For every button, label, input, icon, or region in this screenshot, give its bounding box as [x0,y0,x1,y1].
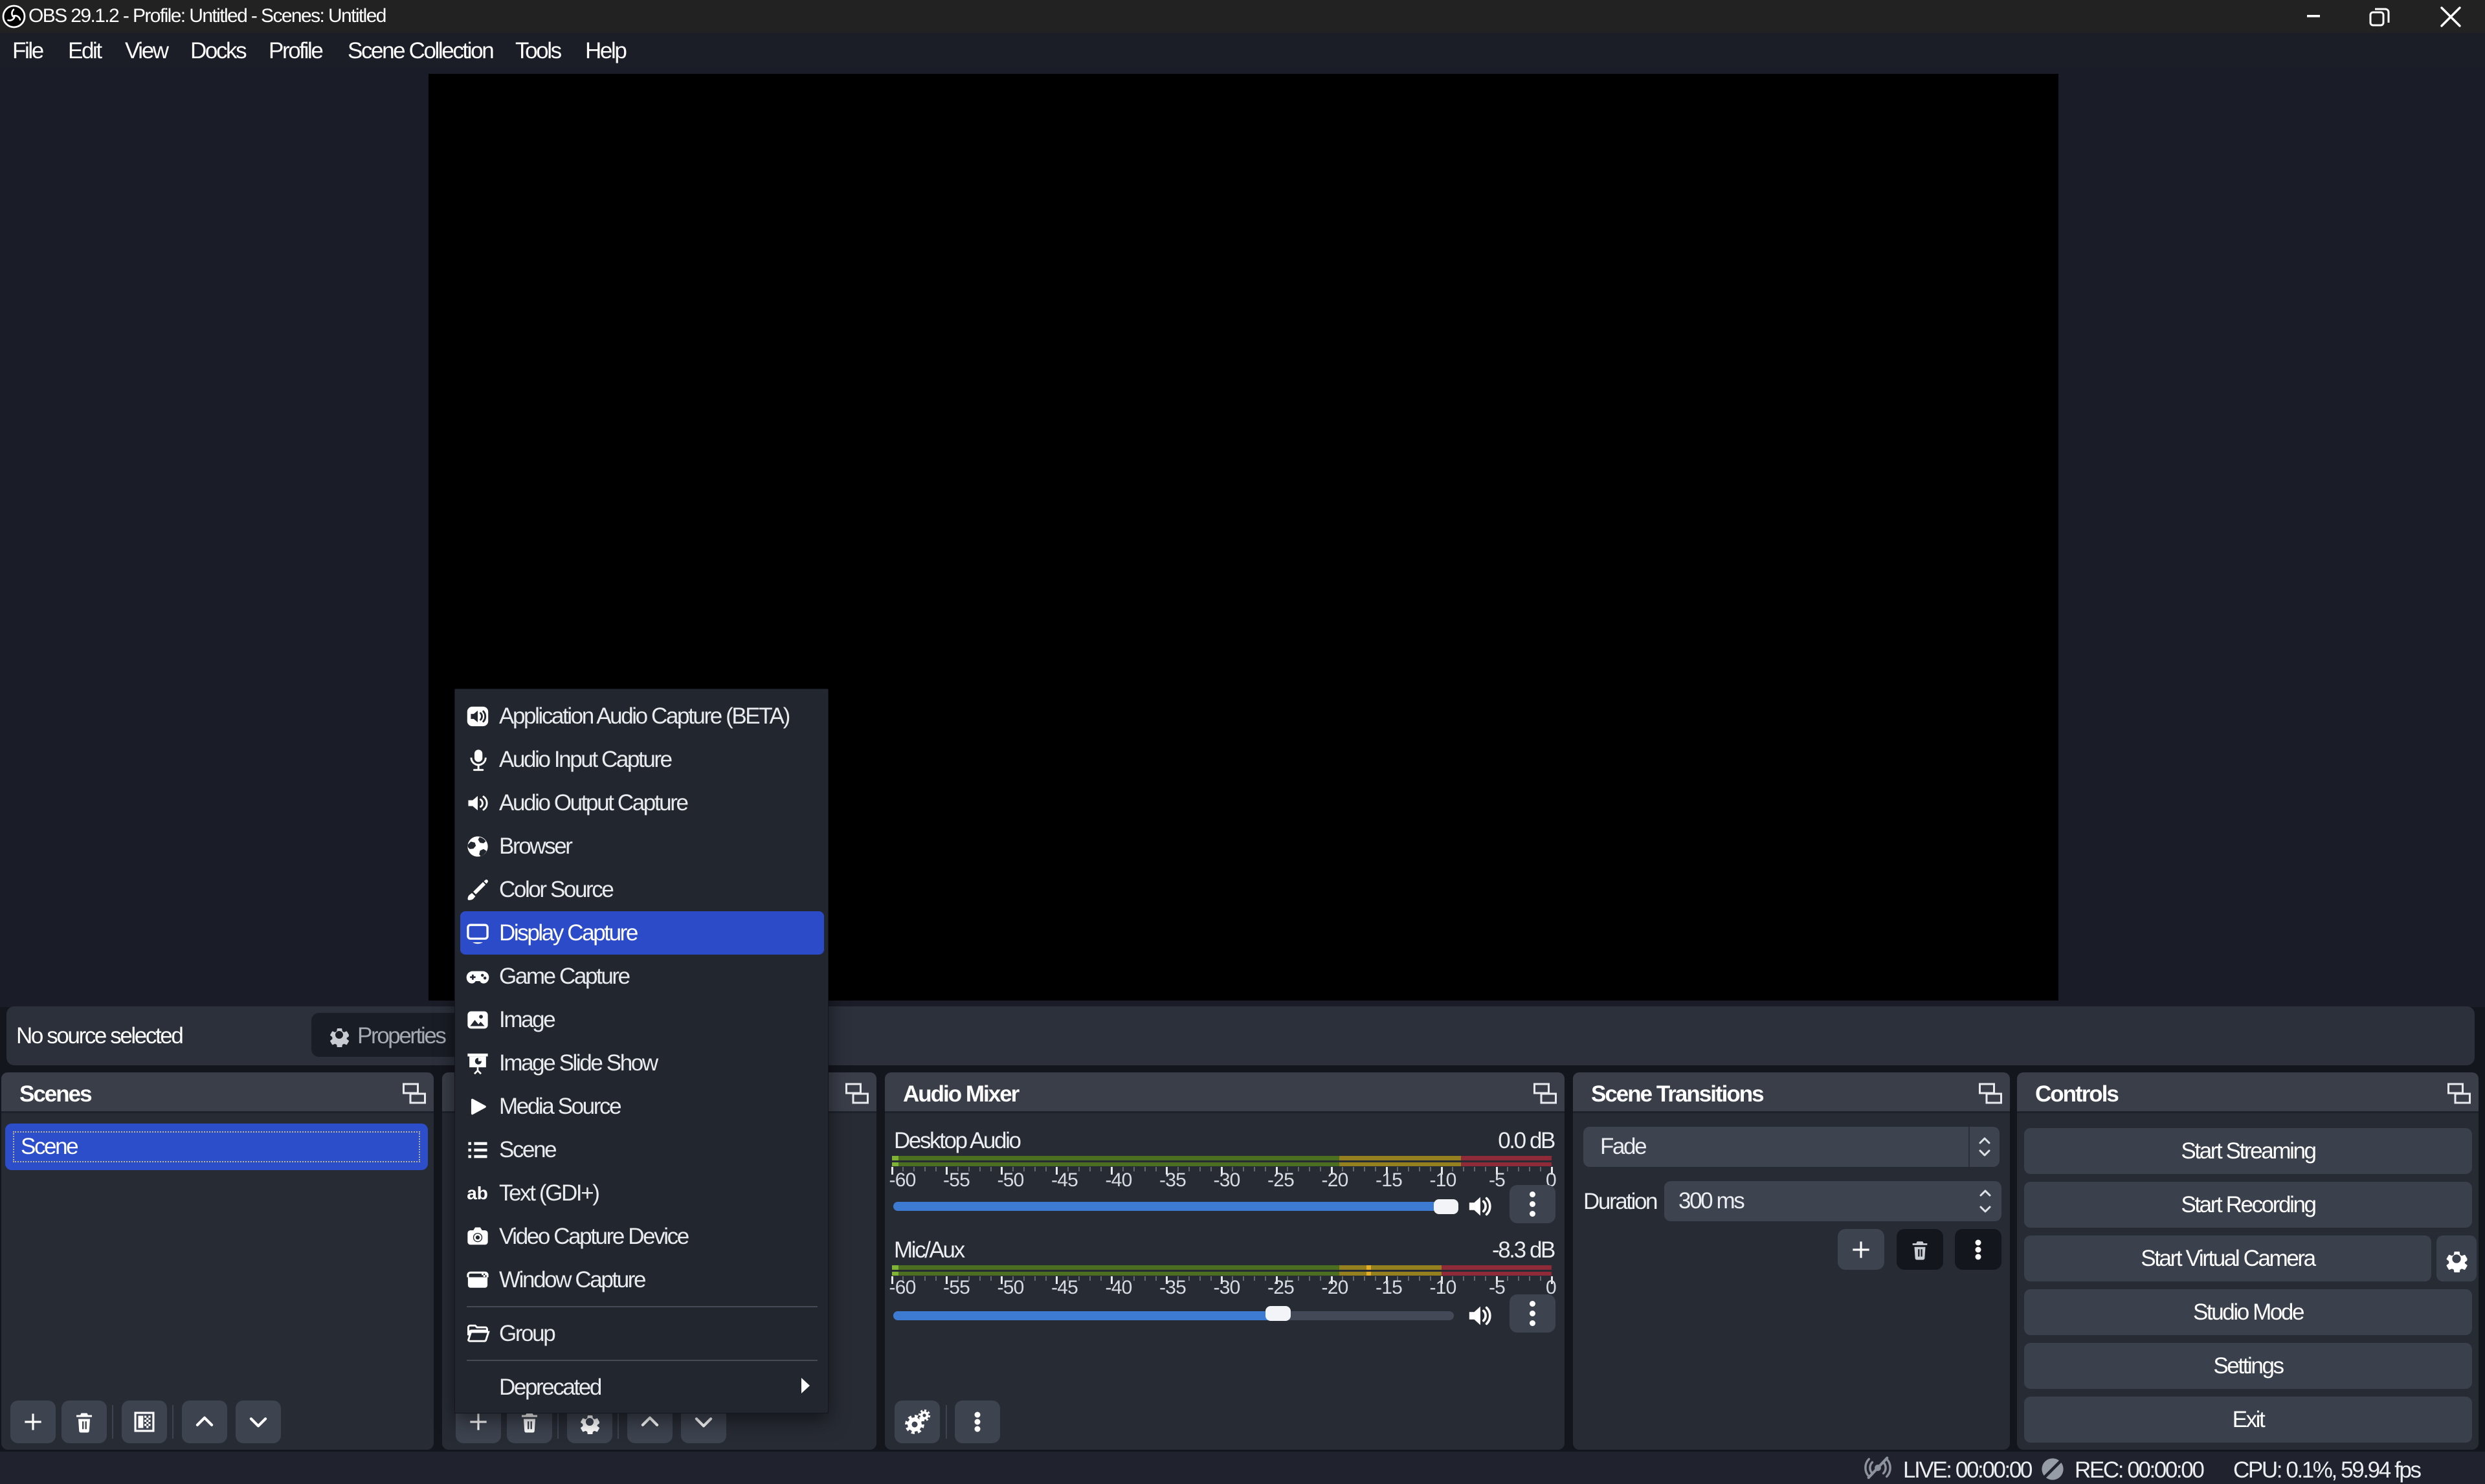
svg-text:ab: ab [467,1182,488,1202]
